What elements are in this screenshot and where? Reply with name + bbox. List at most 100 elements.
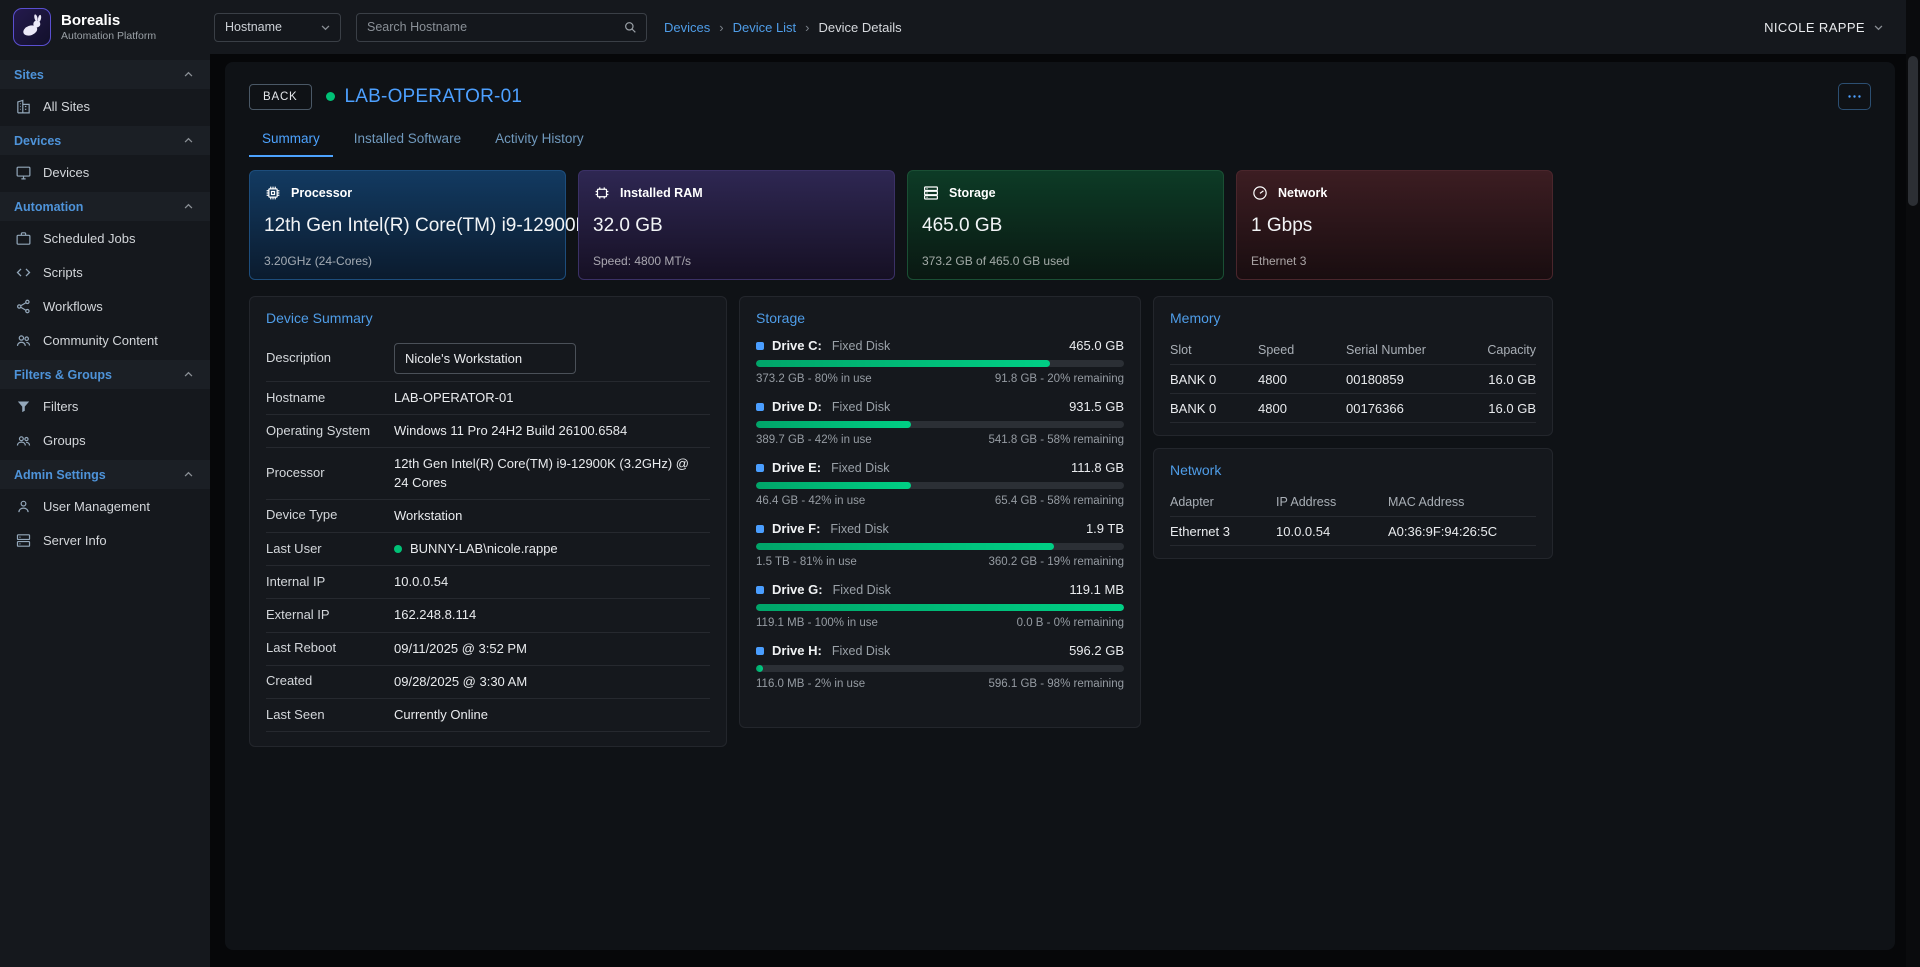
drive-row-f: Drive F: Fixed Disk 1.9 TB 1.5 TB - 81% …: [756, 521, 1124, 568]
drive-usage-fill: [756, 604, 1124, 611]
back-button[interactable]: BACK: [249, 84, 312, 110]
sidebar-section-automation[interactable]: Automation: [0, 192, 210, 221]
chevron-up-icon: [181, 199, 196, 214]
sidebar-item-filters[interactable]: Filters: [0, 389, 210, 423]
sidebar-section-label: Sites: [14, 68, 44, 82]
stat-card-label: Processor: [291, 186, 352, 200]
sidebar-item-scripts[interactable]: Scripts: [0, 255, 210, 289]
drive-type: Fixed Disk: [832, 644, 890, 658]
col-header: Adapter: [1170, 495, 1276, 509]
network-table: Adapter IP Address MAC Address Ethernet …: [1154, 488, 1552, 558]
sidebar-section-sites[interactable]: Sites: [0, 60, 210, 89]
sidebar-item-label: Devices: [43, 165, 89, 180]
sidebar-item-community-content[interactable]: Community Content: [0, 323, 210, 357]
memory-table-header: Slot Speed Serial Number Capacity: [1170, 336, 1536, 365]
user-menu[interactable]: NICOLE RAPPE: [1764, 20, 1920, 35]
sidebar-item-all-sites[interactable]: All Sites: [0, 89, 210, 123]
scrollbar-thumb[interactable]: [1908, 56, 1918, 206]
summary-row-external-ip: External IP 162.248.8.114: [266, 599, 710, 632]
brand-text: Borealis Automation Platform: [61, 12, 156, 42]
breadcrumb-device-list[interactable]: Device List: [733, 20, 797, 35]
app-root: Borealis Automation Platform Hostname De…: [0, 0, 1920, 967]
cell-serial: 00180859: [1346, 372, 1460, 387]
breadcrumb-device-details: Device Details: [819, 20, 902, 35]
hostname-filter-select[interactable]: Hostname: [214, 13, 341, 42]
cell-speed: 4800: [1258, 372, 1346, 387]
topbar: Borealis Automation Platform Hostname De…: [0, 0, 1920, 54]
workflow-icon: [15, 298, 32, 315]
drive-name: Drive H:: [772, 643, 822, 658]
summary-value: Workstation: [394, 507, 710, 525]
stat-card-label: Installed RAM: [620, 186, 703, 200]
more-options-button[interactable]: [1838, 83, 1871, 110]
sidebar-section-filters-groups[interactable]: Filters & Groups: [0, 360, 210, 389]
drive-row-c: Drive C: Fixed Disk 465.0 GB 373.2 GB - …: [756, 338, 1124, 385]
sidebar-item-label: Groups: [43, 433, 86, 448]
drive-free-text: 596.1 GB - 98% remaining: [988, 678, 1124, 690]
sidebar-item-groups[interactable]: Groups: [0, 423, 210, 457]
sidebar-item-user-management[interactable]: User Management: [0, 489, 210, 523]
search-input[interactable]: [367, 20, 622, 34]
drive-usage-fill: [756, 482, 911, 489]
tab-activity-history[interactable]: Activity History: [482, 123, 597, 157]
summary-value: 10.0.0.54: [394, 573, 710, 591]
col-header: Serial Number: [1346, 343, 1460, 357]
online-status-dot: [394, 545, 402, 553]
network-panel: Network Adapter IP Address MAC Address E…: [1153, 448, 1553, 559]
disk-icon: [756, 342, 764, 350]
storage-icon: [922, 184, 940, 202]
sidebar-item-label: Scheduled Jobs: [43, 231, 136, 246]
tab-summary[interactable]: Summary: [249, 123, 333, 157]
summary-row-operating-system: Operating System Windows 11 Pro 24H2 Bui…: [266, 415, 710, 448]
summary-value: BUNNY-LAB\nicole.rappe: [394, 540, 710, 558]
summary-value: 162.248.8.114: [394, 606, 710, 624]
memory-panel-title: Memory: [1154, 297, 1552, 336]
drive-free-text: 360.2 GB - 19% remaining: [988, 556, 1124, 568]
cell-slot: BANK 0: [1170, 372, 1258, 387]
summary-label: Hostname: [266, 390, 394, 407]
search-icon[interactable]: [622, 19, 638, 35]
brand-subtitle: Automation Platform: [61, 30, 156, 42]
hostname-select-value: Hostname: [225, 20, 282, 34]
col-header: IP Address: [1276, 495, 1388, 509]
drive-free-text: 0.0 B - 0% remaining: [1017, 617, 1124, 629]
sidebar-item-workflows[interactable]: Workflows: [0, 289, 210, 323]
sidebar-item-label: User Management: [43, 499, 150, 514]
cell-serial: 00176366: [1346, 401, 1460, 416]
drive-row-d: Drive D: Fixed Disk 931.5 GB 389.7 GB - …: [756, 399, 1124, 446]
device-summary-panel: Device Summary Description Hostname LAB-…: [249, 296, 727, 747]
stat-card-value: 12th Gen Intel(R) Core(TM) i9-12900K: [264, 215, 551, 237]
scrollbar[interactable]: [1906, 0, 1920, 967]
brand[interactable]: Borealis Automation Platform: [0, 8, 210, 46]
breadcrumb: Devices › Device List › Device Details: [664, 20, 902, 35]
summary-label: Last User: [266, 541, 394, 558]
drive-size: 465.0 GB: [1069, 338, 1124, 353]
tab-installed-software[interactable]: Installed Software: [341, 123, 474, 157]
sidebar-section-admin-settings[interactable]: Admin Settings: [0, 460, 210, 489]
summary-value: 09/28/2025 @ 3:30 AM: [394, 673, 710, 691]
cell-ip: 10.0.0.54: [1276, 524, 1388, 539]
breadcrumb-devices[interactable]: Devices: [664, 20, 710, 35]
cell-capacity: 16.0 GB: [1460, 401, 1536, 416]
drive-row-e: Drive E: Fixed Disk 111.8 GB 46.4 GB - 4…: [756, 460, 1124, 507]
stat-card-value: 32.0 GB: [593, 215, 880, 237]
summary-row-created: Created 09/28/2025 @ 3:30 AM: [266, 666, 710, 699]
sidebar-item-devices[interactable]: Devices: [0, 155, 210, 189]
chevron-down-icon: [1871, 20, 1886, 35]
stat-card-label: Storage: [949, 186, 996, 200]
sidebar-item-scheduled-jobs[interactable]: Scheduled Jobs: [0, 221, 210, 255]
drive-usage-bar: [756, 482, 1124, 489]
sidebar-section-devices[interactable]: Devices: [0, 126, 210, 155]
online-status-dot: [326, 92, 335, 101]
sidebar-item-label: All Sites: [43, 99, 90, 114]
summary-value: LAB-OPERATOR-01: [394, 389, 710, 407]
sidebar-item-server-info[interactable]: Server Info: [0, 523, 210, 557]
summary-label: Internal IP: [266, 574, 394, 591]
col-header: Slot: [1170, 343, 1258, 357]
description-input[interactable]: [394, 343, 576, 374]
sidebar-section-label: Devices: [14, 134, 61, 148]
search-box: [356, 13, 647, 42]
drive-row-g: Drive G: Fixed Disk 119.1 MB 119.1 MB - …: [756, 582, 1124, 629]
col-header: MAC Address: [1388, 495, 1536, 509]
chevron-down-icon: [318, 20, 333, 35]
